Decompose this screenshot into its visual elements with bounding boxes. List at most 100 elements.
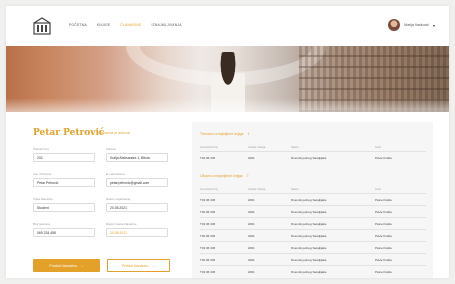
cell: 2001 [248,221,255,226]
table-row[interactable]: T32 96 345 2001 Dnevnik jednog Sarajlija… [200,217,426,229]
chevron-down-icon[interactable]: ▾ [433,23,435,28]
main-nav: Početna Knjige Članarine Iznajmljivanja [69,23,182,27]
current-rentals-count: 1 [247,132,250,136]
user-menu[interactable]: Marija Vasković ▾ [388,19,435,31]
field-label: Ime i Prezime [33,172,52,176]
field-label: Broj telefona [33,222,50,226]
total-rentals-count: 7 [246,174,249,178]
cell: T32 96 345 [200,155,216,160]
cell: 2001 [248,257,255,262]
hero-image [6,46,449,112]
total-rentals-title: Ukupno iznajmljenih knjiga 7 [200,174,249,178]
table-row[interactable]: T32 96 345 2001 Dnevnik jednog Sarajlija… [200,151,426,163]
cell: Dnevnik jednog Sarajlijaka [291,221,327,226]
extend-membership-button[interactable]: Produži članarinu → [33,259,100,272]
cell: 2001 [248,245,255,250]
field-label: E-mail adresa [106,172,125,176]
nav-item-knjige[interactable]: Knjige [97,23,110,27]
cell: Pavle Kraštu [375,245,393,250]
address-input[interactable]: Kralja Aleksandra 1, Bitola [106,153,168,162]
cell: 2001 [248,269,255,274]
cell: T32 96 345 [200,197,216,202]
hero-fade [6,98,449,112]
cell: Pavle Kraštu [375,221,393,226]
field-email: E-mail adresa petar.petrovic@gmail.com [106,172,168,187]
cell: T32 96 345 [200,257,216,262]
column-header: Autor [375,146,382,149]
cell: Dnevnik jednog Sarajlijaka [291,269,327,274]
cell: Dnevnik jednog Sarajlijaka [291,155,327,160]
table-header: Inventarski broj Godina izdanja Naslov A… [200,146,426,149]
table-row[interactable]: T32 96 345 2001 Dnevnik jednog Sarajlija… [200,193,426,205]
member-name: Petar Petrović [33,128,105,138]
cell: Dnevnik jednog Sarajlijaka [291,233,327,238]
field-expiry-date: Datum isteka članarine 20.05.2021 [106,222,168,237]
cell: Pavle Kraštu [375,209,393,214]
field-phone: Broj telefona 069 234 458 [33,222,95,237]
field-registration-date: Datum registracije 20.05.2021 [106,197,168,212]
table-row[interactable]: T32 96 345 2001 Dnevnik jednog Sarajlija… [200,205,426,217]
cell: Pavle Kraštu [375,269,393,274]
cell: 2001 [248,209,255,214]
column-header: Naslov [291,146,299,149]
column-header: Naslov [291,188,299,191]
cell: T32 96 345 [200,233,216,238]
column-header: Inventarski broj [200,188,218,191]
header: Početna Knjige Članarine Iznajmljivanja … [6,6,449,46]
nav-item-iznajmljivanja[interactable]: Iznajmljivanja [151,23,181,27]
cell: T32 96 345 [200,269,216,274]
table-row[interactable]: T32 96 345 2001 Dnevnik jednog Sarajlija… [200,265,426,277]
current-rentals-label: Trenutno iznajmljene knjige [200,132,244,136]
table-row[interactable]: T32 96 345 2001 Dnevnik jednog Sarajlija… [200,253,426,265]
field-label: Datum registracije [106,197,131,201]
full-name-input[interactable]: Petar Petrović [33,178,95,187]
field-label: Vrsta članarine [33,197,53,201]
cell: 2001 [248,233,255,238]
page: Početna Knjige Članarine Iznajmljivanja … [6,6,449,278]
column-header: Godina izdanja [248,188,266,191]
expiry-date-input[interactable]: 20.05.2021 [106,228,168,237]
nav-item-pocetna[interactable]: Početna [69,23,87,27]
membership-type-input[interactable]: Student [33,203,95,212]
table-row[interactable]: T32 96 345 2001 Dnevnik jednog Sarajlija… [200,241,426,253]
library-building-icon[interactable] [32,16,52,36]
email-input[interactable]: petar.petrovic@gmail.com [106,178,168,187]
membership-status: Članarina je aktivna [98,131,130,135]
field-label: Adresa [106,147,116,151]
cell: T32 96 345 [200,245,216,250]
registration-date-input[interactable]: 20.05.2021 [106,203,168,212]
field-address: Adresa Kralja Aleksandra 1, Bitola [106,147,168,162]
field-member-number: Članski broj 202 [33,147,95,162]
cell: Dnevnik jednog Sarajlijaka [291,257,327,262]
member-number-input[interactable]: 202 [33,153,95,162]
cell: Pavle Kraštu [375,197,393,202]
column-header: Godina izdanja [248,146,266,149]
cell: Pavle Kraštu [375,233,393,238]
avatar [388,19,401,31]
table-row[interactable]: T32 96 345 2001 Dnevnik jednog Sarajlija… [200,229,426,241]
field-label: Članski broj [33,147,49,151]
field-label: Datum isteka članarine [106,222,137,226]
cell: 2001 [248,197,255,202]
cell: Pavle Kraštu [375,155,393,160]
nav-item-clanarine[interactable]: Članarine [120,23,141,27]
current-rentals-title: Trenutno iznajmljene knjige 1 [200,132,250,136]
cell: 2001 [248,155,255,160]
table-header: Inventarski broj Godina izdanja Naslov A… [200,188,426,191]
arrow-right-icon: → [80,263,84,268]
cancel-membership-label: Prekini članarinu [121,263,149,268]
phone-input[interactable]: 069 234 458 [33,228,95,237]
cell: Dnevnik jednog Sarajlijaka [291,245,327,250]
cell: Pavle Kraštu [375,257,393,262]
cell: Dnevnik jednog Sarajlijaka [291,197,327,202]
field-membership-type: Vrsta članarine Student [33,197,95,212]
cancel-membership-button[interactable]: Prekini članarinu → [107,259,170,272]
rentals-panel: Trenutno iznajmljene knjige 1 Inventarski… [192,122,433,278]
field-full-name: Ime i Prezime Petar Petrović [33,172,95,187]
arrow-right-icon: → [151,263,156,268]
cell: T32 96 345 [200,209,216,214]
cell: T32 96 345 [200,221,216,226]
extend-membership-label: Produži članarinu [49,263,78,268]
column-header: Autor [375,188,382,191]
total-rentals-label: Ukupno iznajmljenih knjiga [200,174,243,178]
